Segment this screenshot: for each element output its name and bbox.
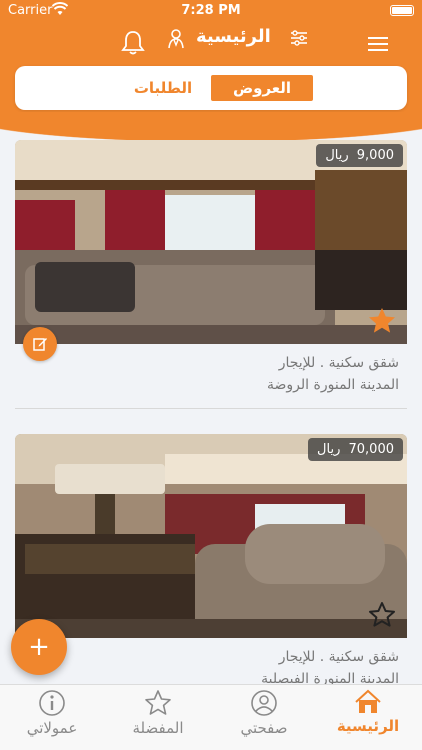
edit-icon bbox=[33, 338, 47, 351]
person-icon[interactable] bbox=[163, 26, 189, 52]
listing-feed[interactable]: 9,000 ريال شقق سكنية . للإيجار المدينة ا… bbox=[0, 112, 422, 684]
price-badge: 9,000 ريال bbox=[316, 144, 403, 167]
room-photo-image bbox=[15, 434, 407, 638]
price-currency: ريال bbox=[317, 442, 341, 457]
nav-item-favorites[interactable]: المفضلة bbox=[108, 689, 208, 737]
user-icon bbox=[251, 690, 277, 716]
bottom-nav: الرئيسية صفحتي المفضلة عمولاتي bbox=[0, 684, 422, 750]
listing-info: شقق سكنية . للإيجار المدينة المنورة الفي… bbox=[15, 638, 407, 684]
favorite-star-icon[interactable] bbox=[367, 306, 397, 336]
filter-icon[interactable] bbox=[286, 26, 312, 50]
nav-item-commissions[interactable]: عمولاتي bbox=[2, 689, 102, 737]
listing-location: المدينة المنورة الفيصلية bbox=[261, 671, 399, 684]
price-currency: ريال bbox=[325, 148, 349, 163]
price-value: 9,000 bbox=[356, 148, 394, 163]
nav-label-favorites: المفضلة bbox=[132, 719, 184, 737]
listing-photo[interactable]: 70,000 ريال bbox=[15, 434, 407, 638]
listing-title: شقق سكنية . للإيجار bbox=[278, 355, 399, 371]
status-bar: Carrier 7:28 PM bbox=[0, 0, 422, 22]
tab-requests[interactable]: الطلبات bbox=[115, 75, 211, 101]
room-photo-image bbox=[15, 140, 407, 344]
nav-label-home: الرئيسية bbox=[336, 717, 400, 735]
add-listing-button[interactable]: + bbox=[11, 619, 67, 675]
price-value: 70,000 bbox=[348, 442, 395, 457]
favorite-star-outline-icon[interactable] bbox=[367, 600, 397, 630]
listing-location: المدينة المنورة الروضة bbox=[267, 377, 399, 393]
battery-icon bbox=[390, 5, 414, 16]
listing-info: شقق سكنية . للإيجار المدينة المنورة الرو… bbox=[15, 344, 407, 396]
menu-icon[interactable] bbox=[364, 32, 392, 56]
listing-photo[interactable]: 9,000 ريال bbox=[15, 140, 407, 344]
tab-offers[interactable]: العروض bbox=[211, 75, 313, 101]
segment-tabs: العروض الطلبات bbox=[15, 66, 407, 110]
edit-button[interactable] bbox=[23, 327, 57, 361]
info-icon bbox=[39, 690, 65, 716]
app-header: الرئيسية العروض الطلبات bbox=[0, 22, 422, 112]
price-badge: 70,000 ريال bbox=[308, 438, 403, 461]
nav-item-home[interactable]: الرئيسية bbox=[318, 689, 418, 735]
clock: 7:28 PM bbox=[181, 3, 241, 18]
nav-label-profile: صفحتي bbox=[240, 719, 288, 737]
page-title: الرئيسية bbox=[196, 26, 271, 47]
star-icon bbox=[145, 690, 171, 715]
bell-icon[interactable] bbox=[118, 28, 148, 58]
listing-title: شقق سكنية . للإيجار bbox=[278, 649, 399, 665]
divider bbox=[15, 408, 407, 409]
nav-label-commissions: عمولاتي bbox=[26, 719, 78, 737]
listing-card[interactable]: 70,000 ريال شقق سكنية . للإيجار المدينة … bbox=[15, 434, 407, 684]
listing-card[interactable]: 9,000 ريال شقق سكنية . للإيجار المدينة ا… bbox=[15, 140, 407, 396]
home-icon bbox=[355, 689, 381, 713]
nav-item-profile[interactable]: صفحتي bbox=[214, 689, 314, 737]
plus-icon: + bbox=[28, 632, 50, 662]
